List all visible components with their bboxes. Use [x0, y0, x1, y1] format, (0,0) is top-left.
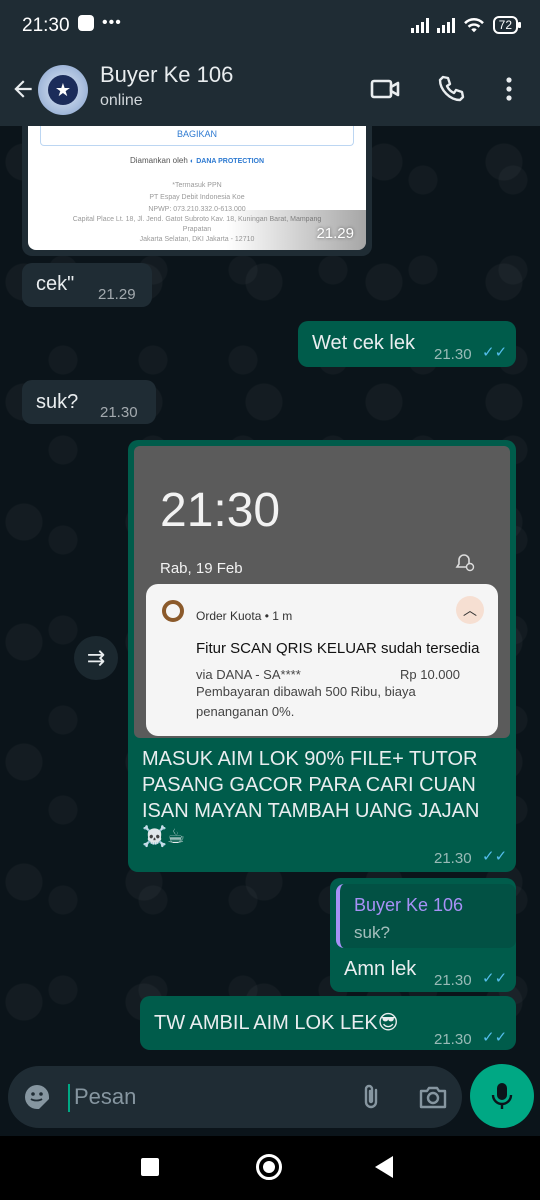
- notification-title: Fitur SCAN QRIS KELUAR sudah tersedia: [196, 640, 480, 657]
- message-time: 21.29: [98, 286, 136, 303]
- chat-area[interactable]: BAGIKAN Diamankan oleh ◐ DANA PROTECTION…: [0, 126, 540, 1060]
- message-time: 21.30: [434, 346, 472, 363]
- microphone-icon: [491, 1083, 513, 1109]
- forward-icon[interactable]: ⇉: [74, 636, 118, 680]
- more-notifications-icon: •••: [102, 14, 122, 31]
- voice-record-button[interactable]: [470, 1064, 534, 1128]
- contact-status: online: [100, 92, 143, 109]
- message-text: cek": [36, 273, 75, 295]
- incoming-message[interactable]: cek" 21.29: [22, 263, 152, 307]
- notification-app-icon: [78, 15, 94, 31]
- lock-screen-date: Rab, 19 Feb: [160, 560, 243, 577]
- notification-description: Pembayaran dibawah 500 Ribu, biaya penan…: [196, 684, 416, 719]
- dana-protection-brand: ◐ DANA PROTECTION: [190, 158, 265, 165]
- receipt-line: *Termasuk PPN: [172, 182, 222, 189]
- text-caret: [68, 1084, 70, 1112]
- read-ticks-icon: ✓✓: [482, 344, 508, 361]
- menu-more-icon[interactable]: [492, 72, 526, 106]
- message-input-bar: Pesan: [8, 1066, 462, 1128]
- status-notification-icons: •••: [78, 14, 122, 32]
- read-ticks-icon: ✓✓: [482, 848, 508, 865]
- message-time: 21.30: [434, 972, 472, 989]
- incoming-message[interactable]: suk? 21.30: [22, 380, 156, 424]
- voice-call-icon[interactable]: [434, 72, 468, 106]
- quoted-message[interactable]: Buyer Ke 106 suk?: [336, 884, 516, 948]
- wifi-icon: [463, 17, 484, 33]
- signal-1-icon: [410, 17, 429, 33]
- receipt-secured-label: Diamankan oleh: [129, 156, 188, 165]
- message-time: 21.30: [434, 850, 472, 867]
- image-message[interactable]: BAGIKAN Diamankan oleh ◐ DANA PROTECTION…: [22, 126, 372, 256]
- battery-icon: 72: [492, 16, 522, 34]
- status-system-icons: 72: [410, 16, 522, 34]
- video-call-icon[interactable]: [368, 72, 402, 106]
- signal-2-icon: [436, 17, 455, 33]
- outgoing-image-message[interactable]: 21:30 Rab, 19 Feb Order Kuota • 1 m ︿ Fi…: [128, 440, 516, 872]
- outgoing-reply-message[interactable]: Buyer Ke 106 suk? Amn lek 21.30 ✓✓: [330, 878, 516, 992]
- message-time: 21.30: [100, 404, 138, 421]
- order-kuota-app-icon: [162, 600, 184, 622]
- receipt-secured: Diamankan oleh ◐ DANA PROTECTION: [28, 156, 366, 165]
- lock-screen-time: 21:30: [160, 484, 281, 537]
- quoted-text: suk?: [354, 923, 390, 942]
- contact-name[interactable]: Buyer Ke 106: [100, 62, 233, 88]
- message-text: TW AMBIL AIM LOK LEK😎: [154, 1012, 399, 1034]
- home-button[interactable]: [256, 1154, 282, 1180]
- receipt-share-button: BAGIKAN: [40, 126, 354, 146]
- message-time: 21.30: [434, 1031, 472, 1048]
- recents-button[interactable]: [141, 1158, 159, 1176]
- message-text: Wet cek lek: [312, 332, 415, 354]
- status-time: 21:30: [22, 15, 70, 36]
- receipt-secured-brand: DANA PROTECTION: [196, 158, 265, 165]
- chat-header: ★ Buyer Ke 106 online: [0, 54, 540, 126]
- message-input[interactable]: Pesan: [74, 1084, 136, 1110]
- screenshot-image[interactable]: 21:30 Rab, 19 Feb Order Kuota • 1 m ︿ Fi…: [134, 446, 510, 738]
- quoted-sender: Buyer Ke 106: [354, 895, 464, 915]
- message-text: Amn lek: [344, 958, 417, 980]
- notification-settings-icon: [455, 554, 475, 572]
- star-icon: ★: [48, 75, 78, 105]
- message-caption: MASUK AIM LOK 90% FILE+ TUTOR PASANG GAC…: [142, 748, 480, 848]
- camera-icon[interactable]: [418, 1083, 448, 1111]
- attach-paperclip-icon[interactable]: [358, 1082, 384, 1112]
- notification-app-label: Order Kuota • 1 m: [196, 609, 293, 623]
- status-bar: 21:30 ••• 72: [0, 0, 540, 54]
- message-time: 21.29: [316, 225, 354, 242]
- contact-avatar[interactable]: ★: [38, 65, 88, 115]
- receipt-line: PT Espay Debit Indonesia Koe: [149, 194, 245, 201]
- emoji-sticker-icon[interactable]: [22, 1082, 52, 1112]
- message-text: suk?: [36, 391, 79, 413]
- notification-card: Order Kuota • 1 m ︿ Fitur SCAN QRIS KELU…: [146, 584, 498, 736]
- receipt-image[interactable]: BAGIKAN Diamankan oleh ◐ DANA PROTECTION…: [28, 126, 366, 250]
- system-nav-bar: [0, 1136, 540, 1200]
- outgoing-message[interactable]: TW AMBIL AIM LOK LEK😎 21.30 ✓✓: [140, 996, 516, 1050]
- system-back-button[interactable]: [375, 1156, 393, 1178]
- chevron-up-icon: ︿: [456, 596, 484, 624]
- outgoing-message[interactable]: Wet cek lek 21.30 ✓✓: [298, 321, 516, 367]
- read-ticks-icon: ✓✓: [482, 1029, 508, 1046]
- back-arrow-icon[interactable]: [10, 76, 36, 102]
- read-ticks-icon: ✓✓: [482, 970, 508, 987]
